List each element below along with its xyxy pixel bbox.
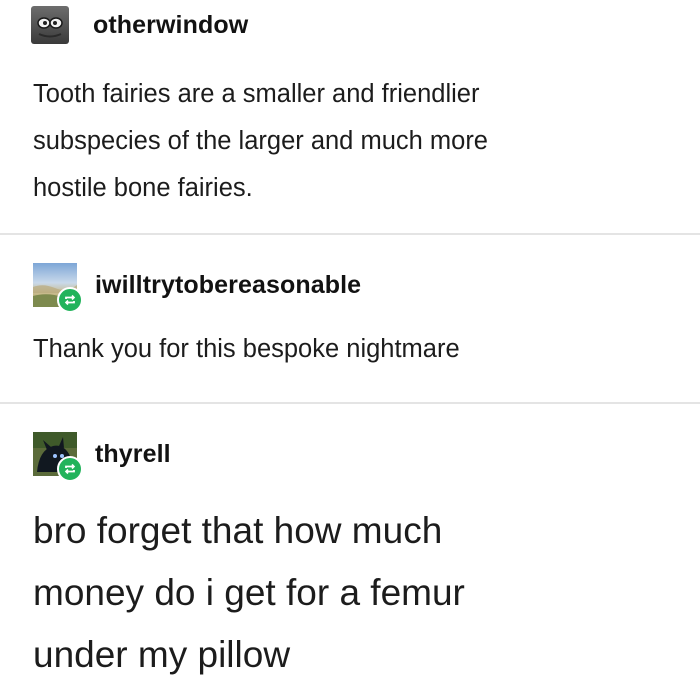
- goggle-eyes-avatar-icon[interactable]: [31, 6, 69, 44]
- reblog-badge: [57, 287, 83, 313]
- username[interactable]: iwilltrytobereasonable: [95, 271, 361, 300]
- reblog-badge: [57, 456, 83, 482]
- post-otherwindow: otherwindow Tooth fairies are a smaller …: [0, 0, 700, 233]
- post-text: Thank you for this bespoke nightmare: [33, 335, 460, 363]
- post-text: Tooth fairies are a smaller and friendli…: [33, 80, 488, 202]
- post-thyrell: thyrell bro forget that how much money d…: [0, 404, 700, 683]
- post-text: bro forget that how much money do i get …: [33, 510, 465, 675]
- username[interactable]: thyrell: [95, 440, 171, 469]
- reblog-icon: [63, 293, 77, 307]
- username[interactable]: otherwindow: [93, 11, 248, 40]
- post-iwilltrytobereasonable: iwilltrytobereasonable Thank you for thi…: [0, 235, 700, 402]
- landscape-avatar-icon[interactable]: [33, 263, 83, 313]
- dark-creature-avatar-icon[interactable]: [33, 432, 83, 482]
- reblog-icon: [63, 462, 77, 476]
